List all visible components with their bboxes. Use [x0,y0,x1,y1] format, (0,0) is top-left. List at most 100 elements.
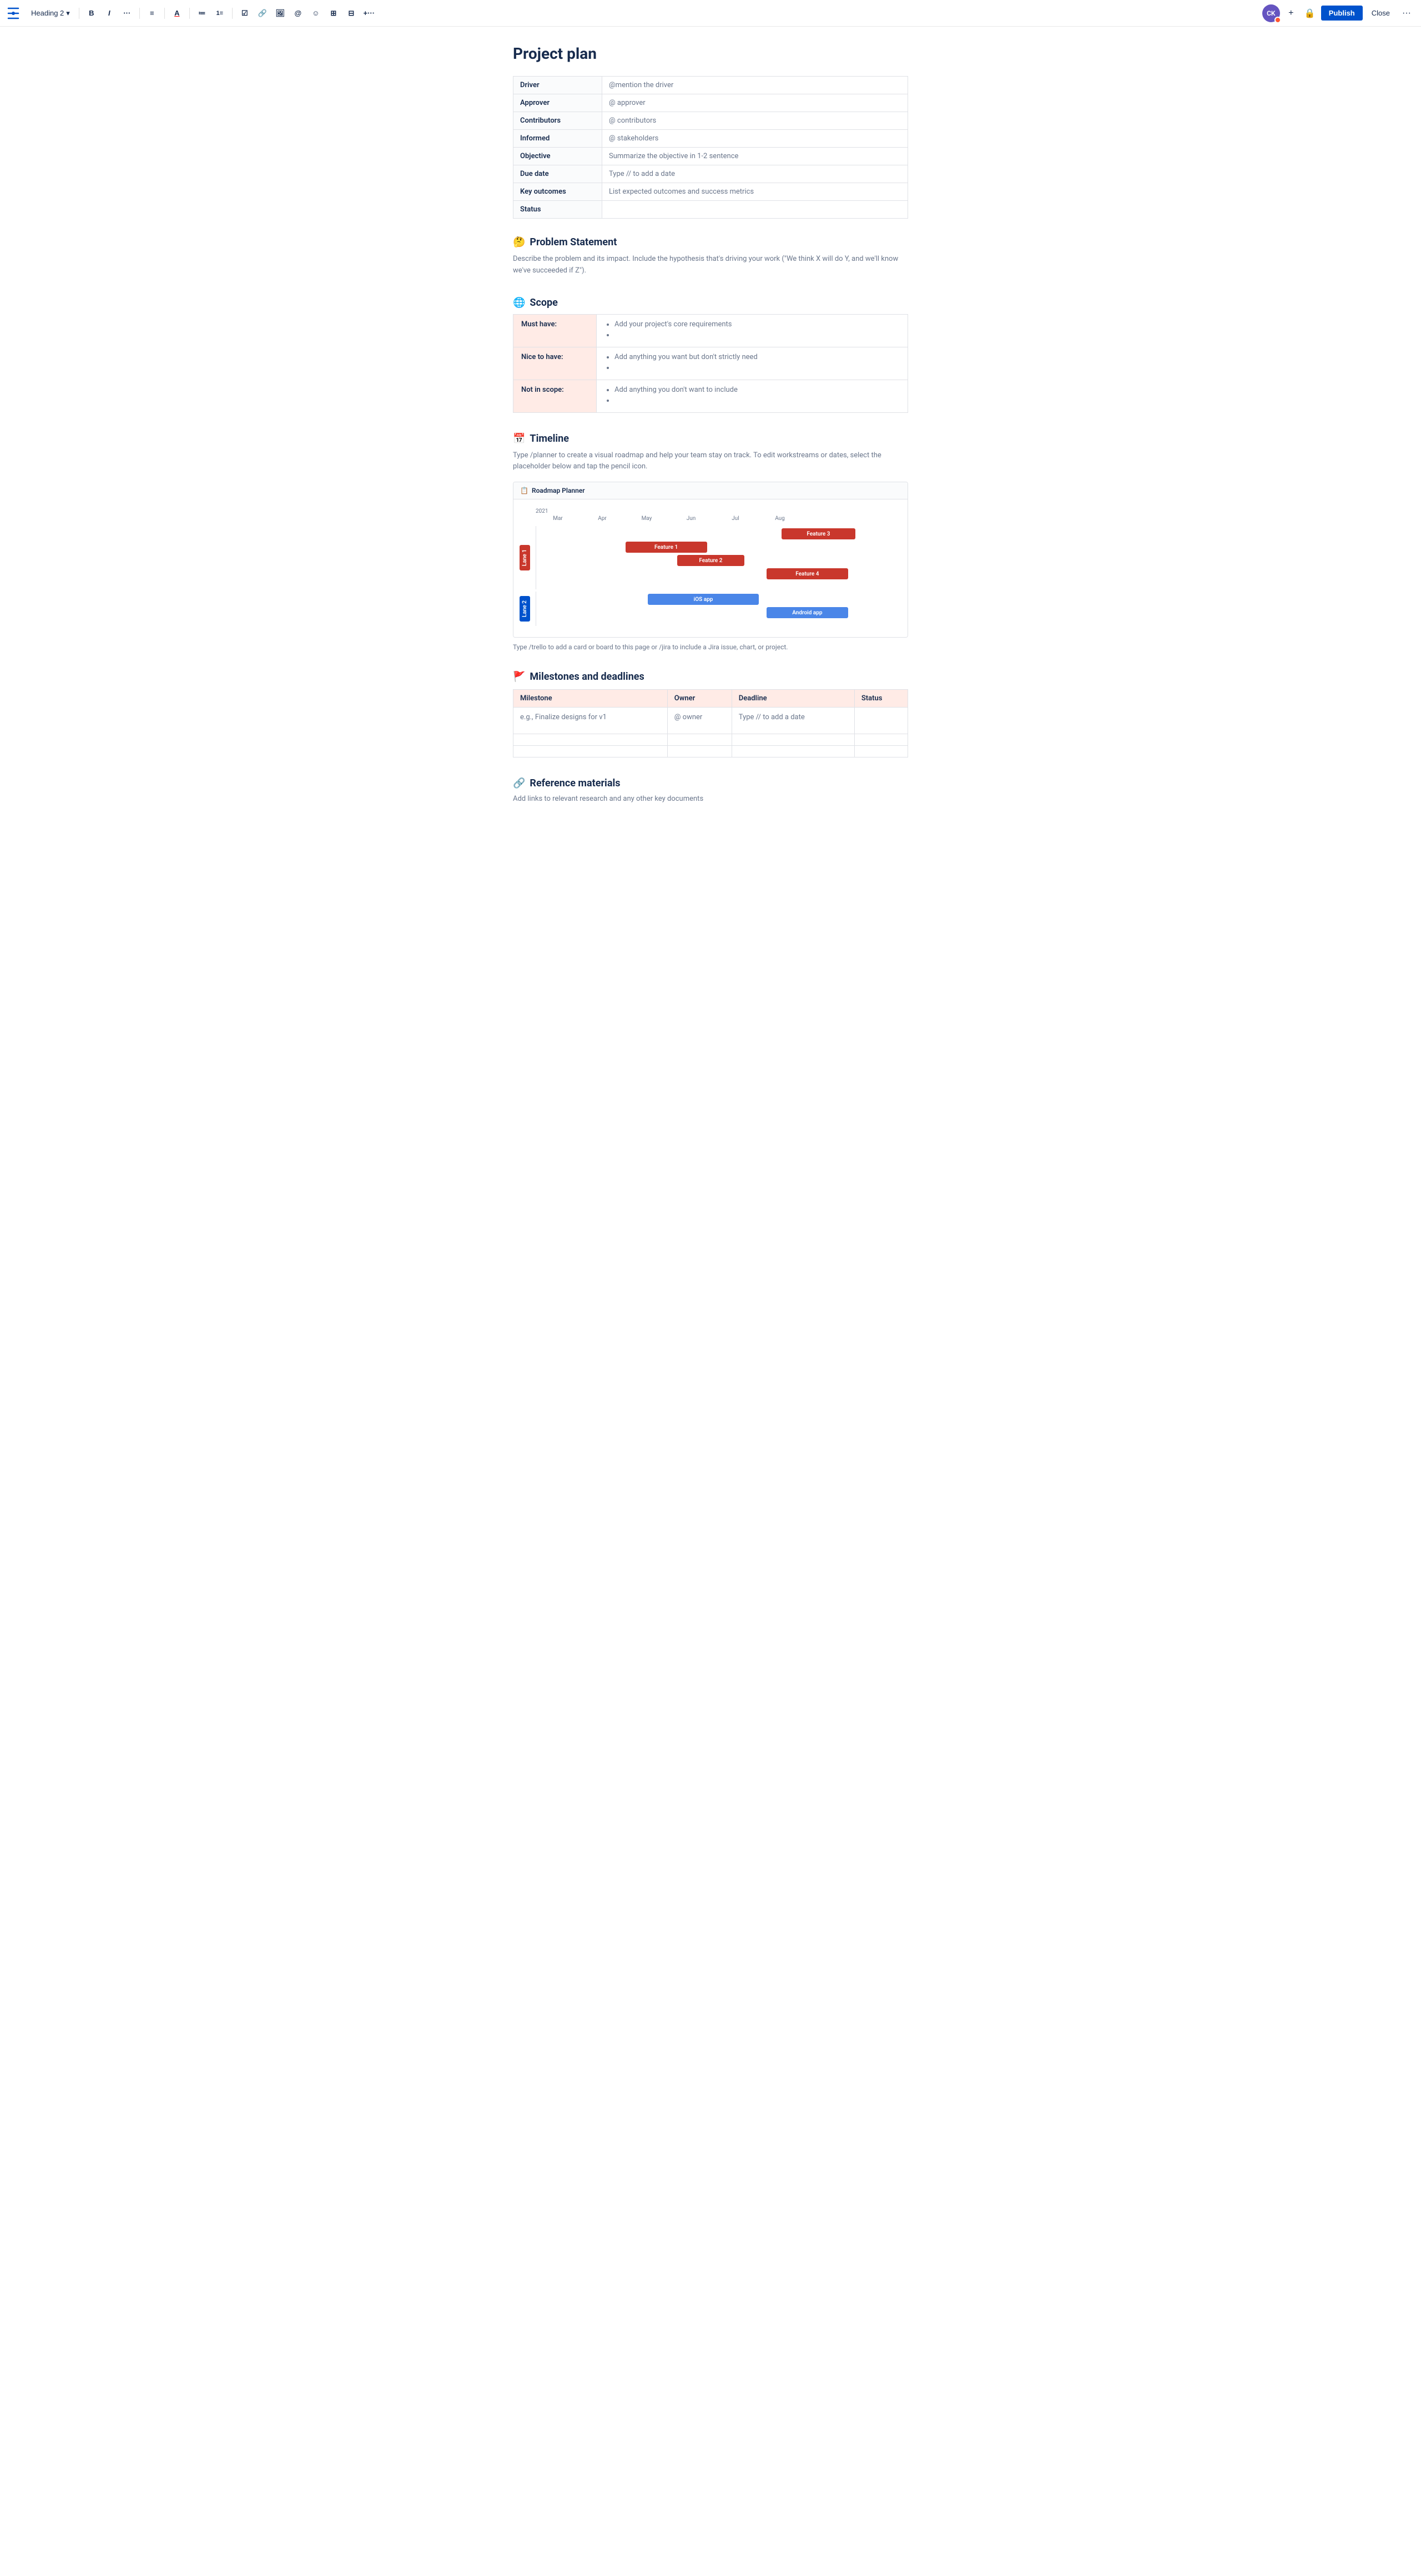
info-label: Objective [513,148,602,165]
divider-4 [189,8,190,19]
reference-body: Add links to relevant research and any o… [513,795,908,803]
reference-heading: 🔗 Reference materials [513,777,908,789]
milestones-col-header: Milestone [513,690,668,708]
italic-button[interactable]: I [102,6,117,21]
roadmap-header: 📋 Roadmap Planner [513,482,908,499]
divider-3 [164,8,165,19]
plus-icon: + [1288,8,1293,18]
milestones-col-header: Deadline [732,690,854,708]
problem-emoji: 🤔 [513,236,525,248]
gantt-bar: iOS app [648,594,759,605]
align-button[interactable]: ≡ [144,6,160,21]
gantt-bar: Feature 4 [767,568,848,579]
info-table-row: Due dateType // to add a date [513,165,908,183]
gantt-bar: Feature 2 [677,555,744,566]
milestones-cell [854,734,908,746]
avatar[interactable]: CK [1262,4,1280,22]
lane-label: Lane 2 [513,592,536,626]
lane-label: Lane 1 [513,526,536,589]
month-label: Aug [758,516,802,522]
table-button[interactable]: ⊞ [326,6,341,21]
milestones-cell [513,746,668,757]
reference-section: 🔗 Reference materials Add links to relev… [513,777,908,803]
bullet-list-icon: ≔ [198,9,205,18]
scope-row: Nice to have:Add anything you want but d… [513,347,908,380]
scope-row: Must have:Add your project's core requir… [513,314,908,347]
info-value: Summarize the objective in 1-2 sentence [602,148,908,165]
divider-5 [232,8,233,19]
image-icon: 🖼 [276,9,285,18]
problem-statement-heading: 🤔 Problem Statement [513,236,908,248]
publish-button[interactable]: Publish [1321,6,1363,21]
info-table-row: Informed@ stakeholders [513,130,908,148]
timeline-hint: Type /trello to add a card or board to t… [513,643,908,651]
lock-icon: 🔒 [1304,8,1316,19]
numbered-list-icon: 1≡ [216,10,224,17]
chevron-down-icon: ▾ [66,9,70,18]
timeline-emoji: 📅 [513,433,525,445]
timeline-heading: 📅 Timeline [513,433,908,445]
heading-selector[interactable]: Heading 2 ▾ [27,7,74,20]
milestones-row [513,746,908,757]
milestones-cell: @ owner [667,708,732,734]
lock-button[interactable]: 🔒 [1302,6,1318,21]
year-label: 2021 [536,508,908,514]
month-label: Jul [713,516,758,522]
mention-button[interactable]: @ [290,6,306,21]
more-format-button[interactable]: ··· [119,6,135,21]
more-insert-button[interactable]: +··· [361,6,377,21]
roadmap-icon: 📋 [520,487,528,494]
close-button[interactable]: Close [1366,6,1395,21]
info-value: @ approver [602,94,908,112]
problem-statement-section: 🤔 Problem Statement Describe the problem… [513,236,908,277]
roadmap-chart: 2021 MarAprMayJunJulAug Lane 1Feature 3F… [513,499,908,637]
month-label: Jun [669,516,713,522]
emoji-button[interactable]: ☺ [308,6,324,21]
info-value: @mention the driver [602,77,908,94]
milestones-col-header: Status [854,690,908,708]
overflow-button[interactable]: ··· [1399,6,1414,21]
image-button[interactable]: 🖼 [273,6,288,21]
info-table: Driver@mention the driverApprover@ appro… [513,76,908,219]
info-label: Driver [513,77,602,94]
milestones-emoji: 🚩 [513,671,525,683]
bullet-list-button[interactable]: ≔ [194,6,210,21]
month-label: May [624,516,669,522]
scope-items: Add anything you want but don't strictly… [597,347,908,380]
month-label: Apr [580,516,624,522]
info-table-row: ObjectiveSummarize the objective in 1-2 … [513,148,908,165]
text-color-button[interactable]: A [169,6,185,21]
scope-row: Not in scope:Add anything you don't want… [513,380,908,412]
milestones-col-header: Owner [667,690,732,708]
scope-heading: 🌐 Scope [513,297,908,309]
add-button[interactable]: + [1283,6,1299,21]
info-table-row: Key outcomesList expected outcomes and s… [513,183,908,201]
roadmap-lane: Lane 1Feature 3Feature 1Feature 2Feature… [513,526,908,589]
app-logo [7,7,20,20]
layout-icon: ⊟ [348,9,354,18]
milestones-cell [732,746,854,757]
scope-emoji: 🌐 [513,297,525,309]
link-icon: 🔗 [258,9,267,18]
info-label: Contributors [513,112,602,130]
scope-label: Not in scope: [513,380,597,412]
timeline-section: 📅 Timeline Type /planner to create a vis… [513,433,908,651]
roadmap-container: 📋 Roadmap Planner 2021 MarAprMayJunJulAu… [513,482,908,638]
task-icon: ☑ [241,9,248,18]
info-value: Type // to add a date [602,165,908,183]
emoji-icon: ☺ [312,9,319,17]
avatar-badge [1274,17,1281,23]
layout-button[interactable]: ⊟ [344,6,359,21]
lane-label-text: Lane 2 [520,596,530,622]
numbered-list-button[interactable]: 1≡ [212,6,228,21]
timeline-body: Type /planner to create a visual roadmap… [513,450,908,473]
roadmap-lane: Lane 2iOS appAndroid app [513,592,908,626]
milestones-cell [513,734,668,746]
task-button[interactable]: ☑ [237,6,253,21]
milestones-cell [732,734,854,746]
align-icon: ≡ [150,9,154,17]
link-button[interactable]: 🔗 [255,6,270,21]
milestones-section: 🚩 Milestones and deadlines MilestoneOwne… [513,671,908,757]
scope-items: Add anything you don't want to include [597,380,908,412]
bold-button[interactable]: B [84,6,99,21]
